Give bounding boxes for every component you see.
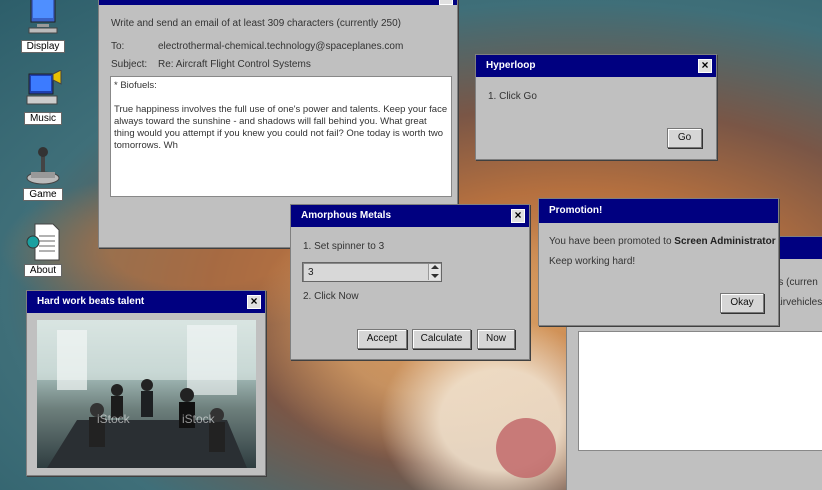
to-label: To: <box>111 41 125 52</box>
promotion-title: Promotion! <box>549 205 603 216</box>
joystick-icon <box>23 146 63 186</box>
subject-label: Subject: <box>111 59 148 70</box>
email-body-textarea[interactable]: * Biofuels: True happiness involves the … <box>110 76 452 197</box>
desktop-icon-label: Game <box>23 188 63 201</box>
hyperloop-step1: 1. Click Go <box>488 91 537 102</box>
photo-watermark: iStock <box>182 412 215 426</box>
subject-field[interactable]: Re: Aircraft Flight Control Systems <box>158 59 311 70</box>
now-button[interactable]: Now <box>477 329 515 349</box>
spinner-arrows[interactable] <box>428 264 440 280</box>
desktop-icon-display[interactable]: Display <box>18 0 68 53</box>
close-icon[interactable]: × <box>439 0 453 5</box>
desktop-icon-label: Music <box>23 112 63 125</box>
calculate-button[interactable]: Calculate <box>412 329 471 349</box>
desktop-icon-about[interactable]: About <box>18 222 68 277</box>
close-icon[interactable]: × <box>511 209 525 223</box>
bg-window-text: airvehicles <box>775 297 822 308</box>
music-computer-icon <box>23 69 63 110</box>
desktop-icon-label: About <box>23 264 63 277</box>
hyperloop-window: Hyperloop × 1. Click Go Go <box>475 54 717 160</box>
hardwork-title: Hard work beats talent <box>37 296 145 307</box>
close-icon[interactable]: × <box>698 59 712 73</box>
amorphous-title: Amorphous Metals <box>301 210 392 221</box>
promotion-message-prefix: You have been promoted to <box>549 236 675 247</box>
cat-nose <box>496 418 556 478</box>
promotion-message2: Keep working hard! <box>549 256 636 267</box>
to-field[interactable]: electrothermal-chemical.technology@space… <box>158 41 403 52</box>
go-button[interactable]: Go <box>667 128 702 148</box>
amorphous-metals-window: Amorphous Metals × 1. Set spinner to 3 3… <box>290 204 530 360</box>
promotion-role: Screen Administrator <box>674 236 776 247</box>
promotion-titlebar: Promotion! <box>539 199 778 223</box>
chevron-up-icon[interactable] <box>431 265 439 269</box>
promotion-window: Promotion! You have been promoted to Scr… <box>538 198 779 326</box>
photo-watermark: iStock <box>97 412 130 426</box>
bg-window-text: rs (curren <box>775 277 818 288</box>
email-titlebar: × <box>99 0 457 5</box>
spinner-input[interactable]: 3 <box>302 262 442 282</box>
close-icon[interactable]: × <box>247 295 261 309</box>
spinner-value: 3 <box>308 267 314 278</box>
hyperloop-titlebar: Hyperloop × <box>476 55 716 77</box>
desktop-icon-label: Display <box>20 40 66 53</box>
accept-button[interactable]: Accept <box>357 329 407 349</box>
promotion-message: You have been promoted to Screen Adminis… <box>549 236 776 247</box>
about-document-icon <box>23 222 63 262</box>
bg-window-textarea[interactable] <box>578 331 822 451</box>
hardwork-titlebar: Hard work beats talent × <box>27 291 265 313</box>
chevron-down-icon[interactable] <box>431 274 439 278</box>
email-instruction: Write and send an email of at least 309 … <box>111 18 401 29</box>
desktop-icon-game[interactable]: Game <box>18 146 68 201</box>
hyperloop-title: Hyperloop <box>486 60 536 71</box>
amorphous-step1: 1. Set spinner to 3 <box>303 241 385 252</box>
display-monitor-icon <box>23 0 63 38</box>
desktop-icon-music[interactable]: Music <box>18 69 68 125</box>
amorphous-titlebar: Amorphous Metals × <box>291 205 529 227</box>
hard-work-window: Hard work beats talent × iStock iStock <box>26 290 266 476</box>
meeting-photo: iStock iStock <box>37 320 256 468</box>
amorphous-step2: 2. Click Now <box>303 291 359 302</box>
okay-button[interactable]: Okay <box>720 293 764 313</box>
